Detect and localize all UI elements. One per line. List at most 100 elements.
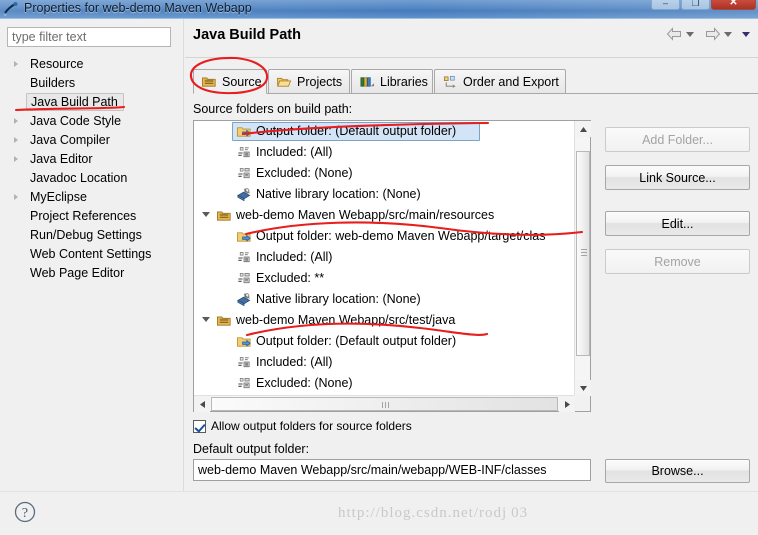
forward-history-chevron-down-icon[interactable] — [724, 31, 732, 37]
source-tree-row-label: Included: (All) — [256, 355, 333, 369]
allow-output-folders-checkbox[interactable] — [193, 419, 206, 433]
source-tree-row[interactable]: web-demo Maven Webapp/src/main/resources — [194, 205, 575, 226]
list-horizontal-scrollbar[interactable] — [194, 395, 575, 412]
horizontal-scroll-thumb[interactable] — [211, 397, 558, 411]
tab-label: Projects — [297, 74, 343, 89]
source-tree-row[interactable]: Output folder: web-demo Maven Webapp/tar… — [194, 226, 575, 247]
source-tree-row[interactable]: Excluded: (None) — [194, 373, 575, 394]
help-question-icon[interactable]: ? — [14, 501, 36, 523]
sidebar-item-java-build-path[interactable]: Java Build Path — [0, 93, 184, 112]
sidebar-item-run-debug-settings[interactable]: Run/Debug Settings — [0, 226, 184, 245]
forward-arrow-icon[interactable] — [704, 26, 721, 42]
remove-button[interactable]: Remove — [605, 249, 750, 274]
output-folder-icon — [237, 127, 251, 137]
tab-order-and-export[interactable]: Order and Export — [434, 69, 566, 94]
add-folder-button[interactable]: Add Folder... — [605, 127, 750, 152]
allow-output-folders-row[interactable]: Allow output folders for source folders — [193, 419, 412, 433]
sidebar-item-project-references[interactable]: Project References — [0, 207, 184, 226]
sidebar-item-web-page-editor[interactable]: Web Page Editor — [0, 264, 184, 283]
sidebar-item-builders[interactable]: Builders — [0, 74, 184, 93]
minimize-button[interactable]: – — [651, 0, 680, 10]
source-tree-row[interactable]: Included: (All) — [194, 352, 575, 373]
tab-libraries[interactable]: Libraries — [351, 69, 433, 94]
source-tree-row[interactable]: Native library location: (None) — [194, 289, 575, 310]
sidebar-item-javadoc-location[interactable]: Javadoc Location — [0, 169, 184, 188]
sidebar-item-java-code-style[interactable]: Java Code Style — [0, 112, 184, 131]
sidebar-item-myeclipse[interactable]: MyEclipse — [0, 188, 184, 207]
scroll-right-icon — [564, 400, 570, 408]
sidebar-item-label: Javadoc Location — [30, 171, 128, 185]
expand-triangle-icon[interactable] — [14, 137, 18, 143]
source-tree-row-label: Included: (All) — [256, 250, 333, 264]
header-divider — [185, 57, 758, 58]
native-library-icon — [236, 292, 252, 307]
build-path-tabs: Source Projects Libraries Order and Export — [193, 69, 758, 94]
expand-triangle-icon[interactable] — [14, 194, 18, 200]
edit-button[interactable]: Edit... — [605, 211, 750, 236]
filter-input[interactable] — [7, 27, 171, 47]
expand-triangle-icon[interactable] — [202, 317, 210, 322]
source-tree-row-label: Output folder: web-demo Maven Webapp/tar… — [256, 229, 546, 243]
tab-projects[interactable]: Projects — [268, 69, 350, 94]
included-filter-icon — [236, 145, 252, 160]
scrollbar-corner — [574, 395, 590, 411]
excluded-filter-icon — [236, 271, 252, 286]
sidebar-item-java-editor[interactable]: Java Editor — [0, 150, 184, 169]
scroll-left-button[interactable] — [194, 396, 210, 412]
tab-label: Libraries — [380, 74, 428, 89]
sidebar-item-label: Java Editor — [30, 152, 93, 166]
source-tree-row[interactable]: Excluded: (None) — [194, 163, 575, 184]
source-folder-icon — [202, 77, 216, 87]
native-library-icon — [236, 187, 252, 202]
expand-triangle-icon[interactable] — [14, 61, 18, 67]
source-folders-list[interactable]: Output folder: (Default output folder) In… — [193, 120, 591, 412]
scroll-thumb-grip — [581, 249, 587, 256]
tab-underline — [193, 93, 758, 94]
allow-output-folders-label: Allow output folders for source folders — [211, 419, 412, 433]
sidebar-item-label: Java Compiler — [30, 133, 110, 147]
tab-label: Order and Export — [463, 74, 559, 89]
close-button[interactable]: ✕ — [711, 0, 756, 10]
source-tree-row[interactable]: Included: (All) — [194, 247, 575, 268]
source-folder-icon — [201, 74, 217, 89]
tab-label: Source — [222, 74, 262, 89]
source-tree-row-label: Output folder: (Default output folder) — [256, 124, 457, 138]
default-output-folder-label: Default output folder: — [193, 442, 310, 456]
source-tree-row[interactable]: Output folder: (Default output folder) — [194, 121, 575, 142]
back-arrow-icon[interactable] — [666, 26, 683, 42]
source-tree-row[interactable]: Excluded: ** — [194, 268, 575, 289]
window-controls: – ❐ ✕ — [651, 0, 756, 10]
expand-triangle-icon[interactable] — [14, 118, 18, 124]
expand-triangle-icon[interactable] — [202, 212, 210, 217]
default-output-folder-input[interactable] — [193, 459, 591, 481]
sidebar-item-resource[interactable]: Resource — [0, 55, 184, 74]
vertical-scroll-thumb[interactable] — [576, 151, 590, 356]
remove-label: Remove — [654, 254, 701, 269]
maximize-button[interactable]: ❐ — [681, 0, 710, 10]
tab-source[interactable]: Source — [193, 69, 267, 94]
libraries-books-icon — [359, 74, 375, 89]
sidebar-item-label: Builders — [30, 76, 76, 90]
scroll-left-icon — [199, 400, 205, 408]
included-filter-icon — [238, 356, 250, 368]
expand-triangle-icon[interactable] — [14, 156, 18, 162]
source-tree-row[interactable]: web-demo Maven Webapp/src/test/java — [194, 310, 575, 331]
excluded-filter-icon — [238, 167, 250, 179]
sidebar-item-web-content-settings[interactable]: Web Content Settings — [0, 245, 184, 264]
scroll-down-button[interactable] — [575, 380, 591, 396]
list-vertical-scrollbar[interactable] — [574, 121, 591, 396]
browse-button[interactable]: Browse... — [605, 459, 750, 483]
source-folder-icon — [216, 208, 232, 223]
scroll-up-button[interactable] — [575, 121, 591, 137]
source-tree-row[interactable]: Output folder: (Default output folder) — [194, 331, 575, 352]
page-title: Java Build Path — [193, 27, 301, 43]
settings-sidebar: Resource Builders Java Build Path Java Code… — [0, 19, 184, 491]
source-tree-row-label: Included: (All) — [256, 145, 333, 159]
view-menu-chevron-down-icon[interactable] — [742, 31, 750, 37]
source-tree-row[interactable]: Included: (All) — [194, 142, 575, 163]
source-tree-row[interactable]: Native library location: (None) — [194, 184, 575, 205]
back-history-chevron-down-icon[interactable] — [686, 31, 694, 37]
sidebar-item-java-compiler[interactable]: Java Compiler — [0, 131, 184, 150]
scroll-right-button[interactable] — [559, 396, 575, 412]
link-source-button[interactable]: Link Source... — [605, 165, 750, 190]
